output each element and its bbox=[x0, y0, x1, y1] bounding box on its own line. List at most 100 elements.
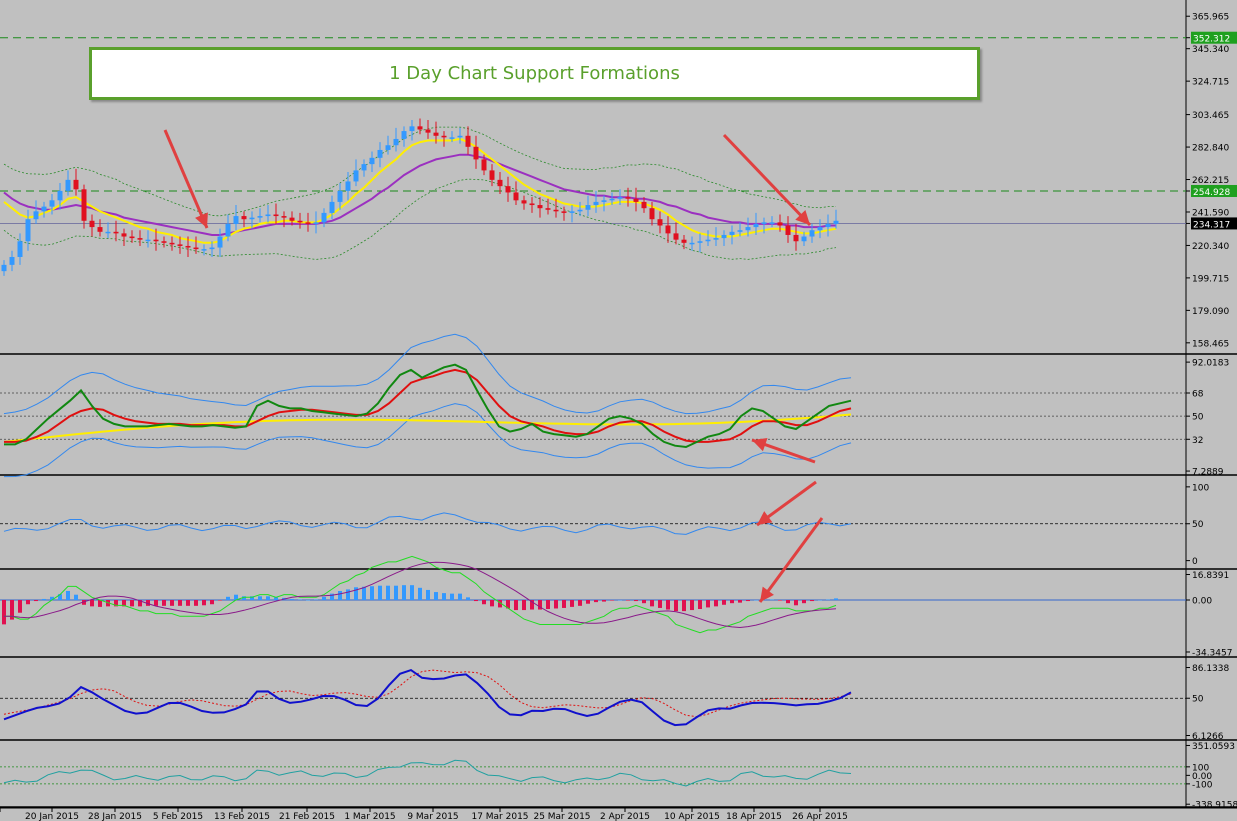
macd-histogram-bar bbox=[210, 600, 214, 605]
macd-histogram-bar bbox=[602, 600, 606, 602]
macd-histogram-bar bbox=[514, 600, 518, 611]
y-tick-label: 32 bbox=[1192, 436, 1203, 446]
macd-histogram-bar bbox=[618, 600, 622, 601]
candle-body bbox=[409, 126, 415, 132]
macd-histogram-bar bbox=[634, 600, 638, 602]
macd-histogram-bar bbox=[474, 600, 478, 602]
candle-body bbox=[169, 242, 175, 245]
candle-body bbox=[1, 264, 7, 272]
y-tick-label: 6.1266 bbox=[1192, 732, 1224, 742]
candle-body bbox=[793, 234, 799, 242]
macd-histogram-bar bbox=[586, 600, 590, 604]
candle-body bbox=[313, 222, 319, 224]
y-tick-label: 365.965 bbox=[1192, 13, 1229, 23]
macd-histogram-bar bbox=[226, 596, 230, 600]
macd-histogram-bar bbox=[714, 600, 718, 607]
candle-body bbox=[17, 241, 23, 257]
candle-body bbox=[209, 247, 215, 250]
candle-body bbox=[289, 217, 295, 221]
x-tick-label: 2 Apr 2015 bbox=[600, 812, 650, 821]
macd-histogram-bar bbox=[218, 600, 222, 601]
candle-body bbox=[385, 145, 391, 150]
macd-histogram-bar bbox=[386, 585, 390, 600]
candle-body bbox=[33, 211, 39, 220]
candle-body bbox=[497, 179, 503, 187]
stoch-signal-line bbox=[3, 669, 852, 718]
candle-body bbox=[737, 230, 743, 232]
candle-body bbox=[129, 236, 135, 239]
macd-histogram-bar bbox=[770, 599, 774, 600]
macd-histogram-bar bbox=[674, 600, 678, 612]
macd-histogram-bar bbox=[170, 600, 174, 606]
candle-body bbox=[721, 234, 727, 239]
y-tick-label: 68 bbox=[1192, 390, 1204, 400]
candle-body bbox=[57, 190, 63, 201]
candle-body bbox=[649, 208, 655, 220]
macd-histogram-bar bbox=[130, 600, 134, 607]
macd-histogram-bar bbox=[690, 600, 694, 611]
y-tick-label: 50 bbox=[1192, 695, 1204, 705]
y-tick-label: 50 bbox=[1192, 520, 1204, 530]
macd-histogram-bar bbox=[610, 600, 614, 601]
macd-histogram-bar bbox=[74, 594, 78, 600]
y-tick-label: -34.3457 bbox=[1192, 648, 1232, 658]
y-tick-label: 345.340 bbox=[1192, 45, 1229, 55]
macd-histogram-bar bbox=[34, 600, 38, 602]
macd-histogram-bar bbox=[202, 600, 206, 606]
macd-histogram-bar bbox=[698, 600, 702, 610]
macd-histogram-bar bbox=[338, 590, 342, 600]
candle-body bbox=[761, 222, 767, 224]
candle-body bbox=[641, 201, 647, 209]
candle-body bbox=[777, 222, 783, 226]
macd-histogram-bar bbox=[410, 585, 414, 600]
candle-body bbox=[273, 214, 279, 217]
candle-body bbox=[449, 137, 455, 139]
y-tick-label: 7.2889 bbox=[1192, 468, 1224, 478]
x-tick-label: 9 Mar 2015 bbox=[407, 812, 458, 821]
macd-histogram-bar bbox=[18, 600, 22, 613]
candle-body bbox=[305, 222, 311, 224]
annotation-arrow bbox=[163, 129, 209, 229]
chart-title-banner: 1 Day Chart Support Formations bbox=[89, 47, 980, 100]
candle-body bbox=[249, 217, 255, 220]
candle-body bbox=[569, 211, 575, 213]
candle-body bbox=[505, 186, 511, 193]
macd-histogram-bar bbox=[418, 587, 422, 600]
candle-body bbox=[425, 129, 431, 133]
macd-histogram-bar bbox=[522, 600, 526, 611]
macd-histogram-bar bbox=[458, 593, 462, 600]
candle-body bbox=[361, 164, 367, 171]
candle-body bbox=[145, 239, 151, 242]
candle-body bbox=[801, 236, 807, 242]
macd-histogram-bar bbox=[706, 600, 710, 608]
macd-histogram-bar bbox=[362, 586, 366, 600]
y-tick-label: 234.317 bbox=[1193, 220, 1230, 230]
macd-histogram-bar bbox=[266, 596, 270, 600]
candle-body bbox=[401, 131, 407, 139]
candle-body bbox=[545, 208, 551, 210]
macd-histogram-bar bbox=[90, 600, 94, 607]
y-tick-label: 262.215 bbox=[1192, 176, 1229, 186]
macd-histogram-bar bbox=[546, 600, 550, 610]
candle-body bbox=[689, 242, 695, 245]
x-tick-label: 17 Mar 2015 bbox=[471, 812, 528, 821]
candle-body bbox=[593, 201, 599, 206]
macd-histogram-bar bbox=[834, 598, 838, 600]
candle-body bbox=[785, 225, 791, 235]
macd-histogram-bar bbox=[826, 599, 830, 600]
candle-body bbox=[601, 200, 607, 202]
candle-body bbox=[217, 236, 223, 248]
candle-body bbox=[553, 209, 559, 212]
candle-body bbox=[121, 233, 127, 237]
x-tick-label: 21 Feb 2015 bbox=[279, 812, 335, 821]
candle-body bbox=[329, 201, 335, 213]
candle-body bbox=[657, 219, 663, 226]
macd-histogram-bar bbox=[818, 600, 822, 601]
macd-histogram-bar bbox=[402, 585, 406, 600]
candle-body bbox=[49, 200, 55, 207]
candle-body bbox=[513, 192, 519, 201]
candle-body bbox=[521, 200, 527, 204]
macd-histogram-bar bbox=[306, 600, 310, 601]
candle-body bbox=[697, 241, 703, 243]
x-tick-label: 10 Apr 2015 bbox=[664, 812, 720, 821]
